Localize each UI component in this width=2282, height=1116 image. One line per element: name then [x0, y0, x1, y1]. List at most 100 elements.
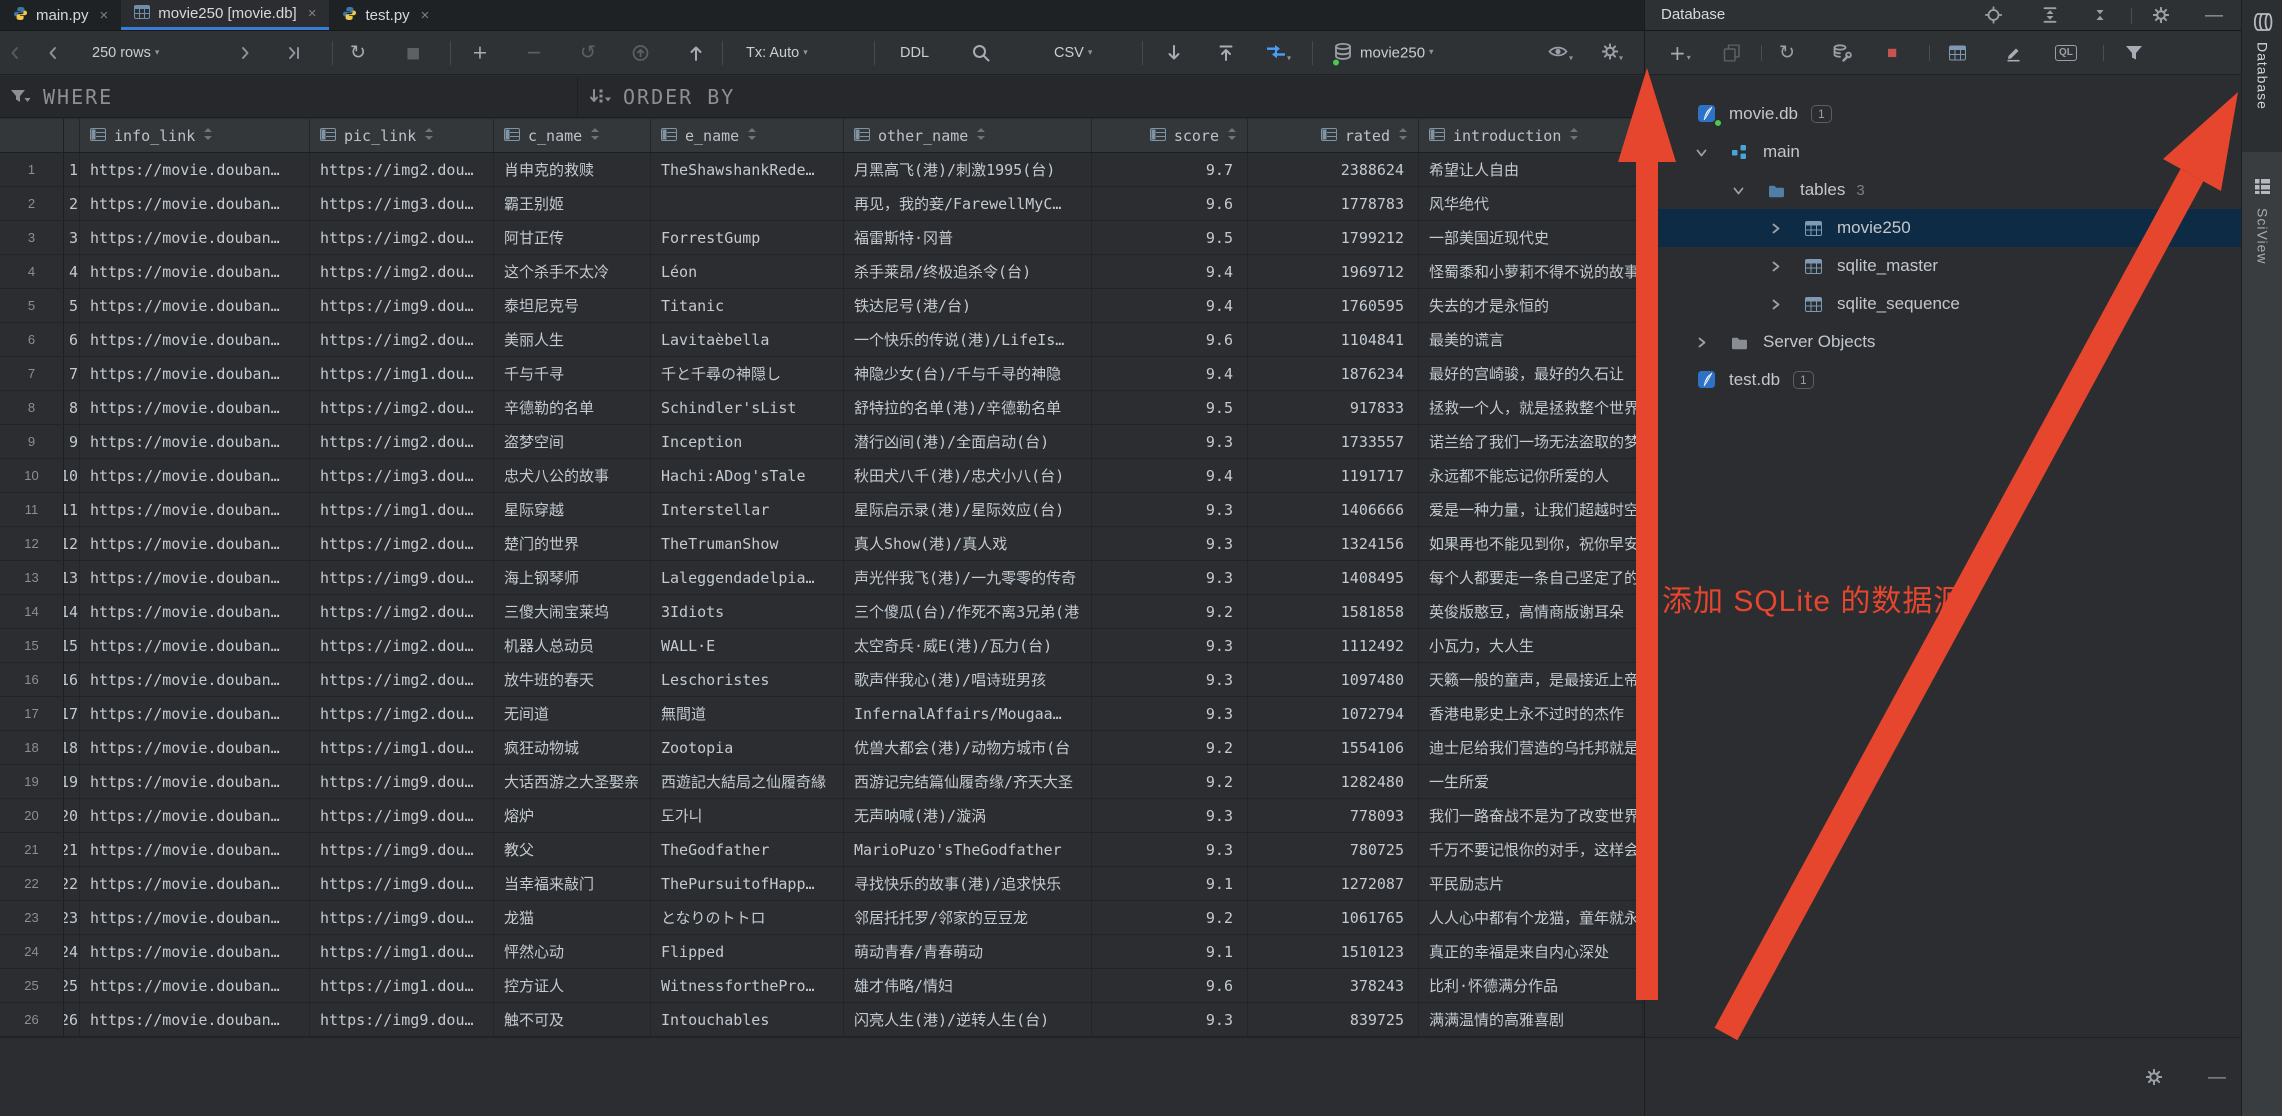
row-number[interactable]: 17 — [0, 697, 64, 730]
settings-icon[interactable] — [2146, 1069, 2162, 1085]
cell-c_name[interactable]: 千与千寻 — [494, 357, 651, 390]
cell-introduction[interactable]: 永远都不能忘记你所爱的人 — [1419, 459, 1643, 492]
cell-score[interactable]: 9.6 — [1092, 969, 1248, 1002]
reload-icon[interactable]: ↻ — [350, 43, 366, 62]
tree-item-tables[interactable]: tables3 — [1645, 171, 2241, 209]
cell-score[interactable]: 9.2 — [1092, 765, 1248, 798]
cell-rated[interactable]: 1799212 — [1248, 221, 1419, 254]
cell-info_link[interactable]: https://movie.douban… — [80, 833, 310, 866]
new-datasource-button[interactable]: +▾ — [1669, 43, 1691, 63]
cell-c_name[interactable]: 教父 — [494, 833, 651, 866]
cell-rated[interactable]: 2388624 — [1248, 153, 1419, 186]
cell-info_link[interactable]: https://movie.douban… — [80, 969, 310, 1002]
locate-icon[interactable] — [1985, 7, 2002, 24]
cell-score[interactable]: 9.3 — [1092, 425, 1248, 458]
filter-icon[interactable] — [2125, 45, 2143, 61]
cell-c_name[interactable]: 霸王别姬 — [494, 187, 651, 220]
clipped-cell[interactable]: 18 — [64, 731, 80, 764]
sort-icon[interactable] — [1398, 127, 1408, 145]
close-icon[interactable]: × — [421, 7, 430, 24]
clipped-cell[interactable]: 21 — [64, 833, 80, 866]
cell-pic_link[interactable]: https://img2.dou… — [310, 697, 494, 730]
cell-other_name[interactable]: 一个快乐的传说(港)/LifeIs… — [844, 323, 1092, 356]
cell-info_link[interactable]: https://movie.douban… — [80, 493, 310, 526]
cell-pic_link[interactable]: https://img2.dou… — [310, 255, 494, 288]
cell-introduction[interactable]: 比利·怀德满分作品 — [1419, 969, 1643, 1002]
cell-pic_link[interactable]: https://img9.dou… — [310, 867, 494, 900]
cell-e_name[interactable]: Laleggendadelpia… — [651, 561, 844, 594]
cell-c_name[interactable]: 肖申克的救赎 — [494, 153, 651, 186]
import-data-icon[interactable] — [1218, 45, 1234, 61]
tab-test-py[interactable]: test.py × — [329, 0, 442, 30]
cell-c_name[interactable]: 熔炉 — [494, 799, 651, 832]
cell-score[interactable]: 9.1 — [1092, 867, 1248, 900]
cell-c_name[interactable]: 控方证人 — [494, 969, 651, 1002]
cell-introduction[interactable]: 我们一路奋战不是为了改变世界 — [1419, 799, 1643, 832]
row-number[interactable]: 20 — [0, 799, 64, 832]
cell-e_name[interactable]: Lavitaèbella — [651, 323, 844, 356]
row-number[interactable]: 4 — [0, 255, 64, 288]
cell-e_name[interactable]: ForrestGump — [651, 221, 844, 254]
cell-rated[interactable]: 1554106 — [1248, 731, 1419, 764]
row-number[interactable]: 25 — [0, 969, 64, 1002]
cell-rated[interactable]: 1408495 — [1248, 561, 1419, 594]
cell-info_link[interactable]: https://movie.douban… — [80, 1003, 310, 1036]
sort-icon[interactable] — [424, 127, 434, 145]
cell-other_name[interactable]: MarioPuzo'sTheGodfather — [844, 833, 1092, 866]
stripe-tab-database[interactable]: Database — [2242, 0, 2282, 152]
cell-other_name[interactable]: 再见，我的妾/FarewellMyC… — [844, 187, 1092, 220]
collapse-all-icon[interactable] — [2093, 7, 2107, 23]
cell-rated[interactable]: 1876234 — [1248, 357, 1419, 390]
cell-introduction[interactable]: 天籁一般的童声，是最接近上帝 — [1419, 663, 1643, 696]
cell-c_name[interactable]: 泰坦尼克号 — [494, 289, 651, 322]
cell-pic_link[interactable]: https://img1.dou… — [310, 731, 494, 764]
cell-rated[interactable]: 780725 — [1248, 833, 1419, 866]
stop-icon[interactable]: ■ — [406, 45, 420, 60]
cell-e_name[interactable]: Zootopia — [651, 731, 844, 764]
cell-e_name[interactable]: Interstellar — [651, 493, 844, 526]
next-page-icon[interactable] — [238, 46, 252, 60]
cell-c_name[interactable]: 龙猫 — [494, 901, 651, 934]
cell-info_link[interactable]: https://movie.douban… — [80, 255, 310, 288]
row-number[interactable]: 11 — [0, 493, 64, 526]
cell-info_link[interactable]: https://movie.douban… — [80, 629, 310, 662]
cell-other_name[interactable]: 真人Show(港)/真人戏 — [844, 527, 1092, 560]
cell-pic_link[interactable]: https://img1.dou… — [310, 357, 494, 390]
cell-info_link[interactable]: https://movie.douban… — [80, 289, 310, 322]
cell-score[interactable]: 9.3 — [1092, 1003, 1248, 1036]
cell-info_link[interactable]: https://movie.douban… — [80, 595, 310, 628]
search-icon[interactable] — [972, 44, 990, 62]
cell-rated[interactable]: 1104841 — [1248, 323, 1419, 356]
hide-panel-icon[interactable]: — — [2205, 5, 2223, 26]
cell-info_link[interactable]: https://movie.douban… — [80, 561, 310, 594]
row-number[interactable]: 16 — [0, 663, 64, 696]
clipped-cell[interactable]: 22 — [64, 867, 80, 900]
cell-introduction[interactable]: 一部美国近现代史 — [1419, 221, 1643, 254]
clipped-cell[interactable]: 24 — [64, 935, 80, 968]
sort-icon[interactable] — [1227, 127, 1237, 145]
cell-score[interactable]: 9.2 — [1092, 731, 1248, 764]
clipped-cell[interactable]: 10 — [64, 459, 80, 492]
cell-pic_link[interactable]: https://img2.dou… — [310, 323, 494, 356]
tab-main-py[interactable]: main.py × — [0, 0, 121, 30]
cell-rated[interactable]: 839725 — [1248, 1003, 1419, 1036]
clipped-cell[interactable]: 20 — [64, 799, 80, 832]
row-number[interactable]: 24 — [0, 935, 64, 968]
cell-introduction[interactable]: 失去的才是永恒的 — [1419, 289, 1643, 322]
cell-introduction[interactable]: 真正的幸福是来自内心深处 — [1419, 935, 1643, 968]
cell-e_name[interactable]: 도가니 — [651, 799, 844, 832]
cell-pic_link[interactable]: https://img2.dou… — [310, 221, 494, 254]
row-number[interactable]: 7 — [0, 357, 64, 390]
export-format-dropdown[interactable]: CSV▾ — [1054, 45, 1092, 61]
cell-e_name[interactable]: Flipped — [651, 935, 844, 968]
cell-score[interactable]: 9.2 — [1092, 595, 1248, 628]
cell-other_name[interactable]: 寻找快乐的故事(港)/追求快乐 — [844, 867, 1092, 900]
duplicate-icon[interactable] — [1723, 44, 1740, 61]
clipped-cell[interactable]: 9 — [64, 425, 80, 458]
cell-pic_link[interactable]: https://img9.dou… — [310, 833, 494, 866]
cell-info_link[interactable]: https://movie.douban… — [80, 663, 310, 696]
cell-rated[interactable]: 1112492 — [1248, 629, 1419, 662]
cell-introduction[interactable]: 怪蜀黍和小萝莉不得不说的故事 — [1419, 255, 1643, 288]
cell-score[interactable]: 9.4 — [1092, 289, 1248, 322]
cell-introduction[interactable]: 如果再也不能见到你，祝你早安 — [1419, 527, 1643, 560]
